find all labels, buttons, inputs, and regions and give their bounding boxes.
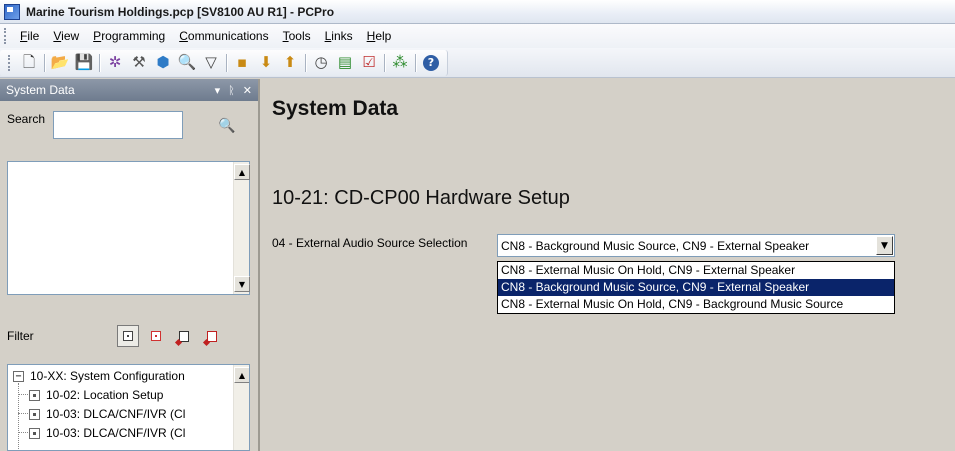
collapse-icon[interactable]: − (13, 370, 24, 382)
filter-modified-note-icon[interactable] (201, 325, 223, 347)
tree-connector (18, 394, 28, 395)
program-leaf-icon (29, 427, 40, 439)
scroll-down-icon[interactable]: ▼ (234, 276, 250, 292)
upload-icon[interactable]: ⬆ (279, 52, 301, 74)
search-input[interactable] (53, 111, 184, 139)
system-data-panel: System Data ▾ ᚱ ✕ Search 🔍 ▲ ▼ Filter − … (0, 79, 260, 451)
chevron-down-icon[interactable]: ▼ (876, 236, 893, 255)
app-icon (4, 3, 20, 20)
menu-programming[interactable]: Programming (86, 29, 172, 43)
toolbar-separator (305, 53, 306, 72)
tree-node-dlca-cnf-ivr[interactable]: 10-03: DLCA/CNF/IVR (Cl (29, 424, 185, 442)
menu-grip-handle[interactable] (4, 28, 8, 44)
tree-node-label: 10-03: DLCA/CNF/IVR (Cl (46, 407, 186, 421)
results-scrollbar[interactable]: ▲ ▼ (233, 162, 250, 294)
search-label: Search (7, 112, 46, 126)
database-icon[interactable]: ▤ (334, 52, 356, 74)
filter-label: Filter (7, 329, 34, 343)
select-value: CN8 - Background Music Source, CN9 - Ext… (501, 238, 810, 253)
clock-icon[interactable]: ◷ (310, 52, 332, 74)
tree-node-label: 10-XX: System Configuration (30, 369, 185, 383)
window-title: Marine Tourism Holdings.pcp [SV8100 AU R… (26, 4, 335, 19)
menu-view[interactable]: View (46, 29, 86, 43)
tree-node-system-configuration[interactable]: − 10-XX: System Configuration (13, 367, 185, 385)
settings-gear-icon[interactable]: ✲ (104, 52, 126, 74)
toolbar-grip-handle[interactable] (8, 54, 12, 71)
panel-close-icon[interactable]: ✕ (243, 84, 252, 97)
menu-help[interactable]: Help (360, 29, 399, 43)
scroll-up-icon[interactable]: ▲ (234, 367, 249, 383)
dropdown-option-selected[interactable]: CN8 - Background Music Source, CN9 - Ext… (498, 279, 894, 296)
scroll-up-icon[interactable]: ▲ (234, 164, 250, 180)
toolbar-strip: 🗋 📂 💾 ✲ ⚒ ⬢ 🔍 ▽ ▪ ⬇ ⬆ ◷ ▤ ☑ ⁂ ? (0, 49, 448, 76)
wizard-icon[interactable]: ⚒ (128, 52, 150, 74)
dropdown-option[interactable]: CN8 - External Music On Hold, CN9 - Back… (498, 296, 894, 313)
filter-note-icon[interactable] (173, 325, 195, 347)
tree-scrollbar[interactable]: ▲ (233, 365, 249, 450)
tree-node-location-setup[interactable]: 10-02: Location Setup (29, 386, 163, 404)
tree-node-label: 10-02: Location Setup (46, 388, 164, 402)
tree-node-dlca-cnf-ivr[interactable]: 10-03: DLCA/CNF/IVR (Cl (29, 405, 185, 423)
page-title: System Data (272, 97, 399, 120)
panel-title: System Data (6, 83, 75, 97)
search-results-list[interactable]: ▲ ▼ (7, 161, 250, 295)
tree-connector (18, 432, 28, 433)
filter-row: Filter (7, 325, 229, 347)
program-leaf-icon (29, 389, 40, 401)
connect-icon[interactable]: ▪ (231, 52, 253, 74)
program-leaf-icon (29, 408, 40, 420)
help-icon[interactable]: ? (423, 54, 439, 71)
main-content: System Data 10-21: CD-CP00 Hardware Setu… (262, 79, 955, 451)
external-audio-source-select[interactable]: CN8 - Background Music Source, CN9 - Ext… (497, 234, 895, 257)
dropdown-list: CN8 - External Music On Hold, CN9 - Exte… (497, 261, 895, 314)
toolbar-separator (99, 53, 100, 72)
toolbar-separator (415, 53, 416, 72)
section-title: 10-21: CD-CP00 Hardware Setup (272, 187, 570, 209)
field-label: 04 - External Audio Source Selection (272, 236, 468, 250)
toolbar: 🗋 📂 💾 ✲ ⚒ ⬢ 🔍 ▽ ▪ ⬇ ⬆ ◷ ▤ ☑ ⁂ ? (0, 48, 955, 78)
filter-modified-icon[interactable] (145, 325, 167, 347)
filter-all-icon[interactable] (117, 325, 139, 347)
menu-links[interactable]: Links (318, 29, 360, 43)
download-icon[interactable]: ⬇ (255, 52, 277, 74)
search-icon[interactable]: 🔍 (216, 115, 238, 137)
network-icon[interactable]: ⁂ (389, 52, 411, 74)
shield-icon[interactable]: ⬢ (152, 52, 174, 74)
menu-bar: File View Programming Communications Too… (0, 24, 955, 48)
system-data-tree[interactable]: − 10-XX: System Configuration 10-02: Loc… (7, 364, 250, 451)
dropdown-option[interactable]: CN8 - External Music On Hold, CN9 - Exte… (498, 262, 894, 279)
menu-communications[interactable]: Communications (172, 29, 275, 43)
panel-header: System Data ▾ ᚱ ✕ (0, 79, 258, 101)
save-icon[interactable]: 💾 (73, 52, 95, 74)
panel-pin-icon[interactable]: ᚱ (228, 84, 235, 97)
open-folder-icon[interactable]: 📂 (49, 52, 71, 74)
toolbar-separator (44, 53, 45, 72)
menu-file[interactable]: File (13, 29, 46, 43)
tree-connector (18, 413, 28, 414)
tree-node-label: 10-03: DLCA/CNF/IVR (Cl (46, 426, 186, 440)
toolbar-separator (384, 53, 385, 72)
search-icon[interactable]: 🔍 (176, 52, 198, 74)
toolbar-separator (226, 53, 227, 72)
menu-tools[interactable]: Tools (276, 29, 318, 43)
search-row: Search (7, 111, 184, 139)
checklist-icon[interactable]: ☑ (358, 52, 380, 74)
panel-dropdown-icon[interactable]: ▾ (215, 84, 221, 97)
filter-icon[interactable]: ▽ (200, 52, 222, 74)
new-file-icon[interactable]: 🗋 (18, 52, 40, 74)
title-bar: Marine Tourism Holdings.pcp [SV8100 AU R… (0, 0, 955, 24)
